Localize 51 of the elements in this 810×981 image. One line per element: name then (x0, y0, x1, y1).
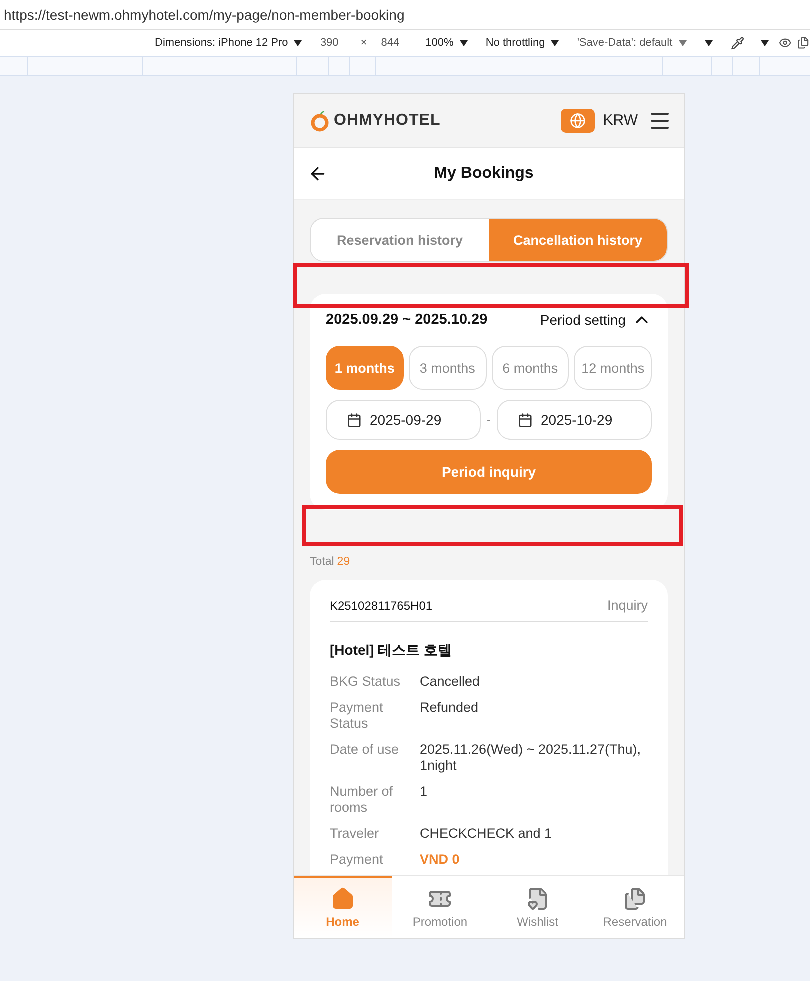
field-label: BKG Status (330, 674, 402, 690)
throttling-selector[interactable]: No throttling (486, 37, 546, 49)
currency-label[interactable]: KRW (603, 112, 638, 129)
field-label: Payment (330, 852, 384, 868)
caret-icon[interactable] (704, 40, 713, 46)
period-range: 2025.09.29 ~ 2025.10.29 (326, 312, 489, 328)
document-heart-icon (526, 887, 550, 911)
field-label: Payment Status (330, 700, 384, 732)
period-setting-toggle[interactable]: Period setting (540, 310, 652, 330)
field-label: Date of use (330, 742, 400, 759)
calendar-icon (518, 412, 533, 428)
documents-icon (623, 887, 648, 911)
field-value: 1 (420, 784, 429, 801)
field-value: CHECKCHECK and 1 (420, 826, 554, 842)
width-field[interactable]: 390 (320, 37, 339, 49)
calendar-icon (347, 412, 362, 428)
date-separator: - (487, 413, 491, 427)
zoom-selector[interactable]: 100% (426, 37, 454, 49)
field-label: Traveler (330, 826, 380, 842)
end-date-field[interactable]: 2025-10-29 (497, 400, 652, 440)
page-title: My Bookings (433, 164, 535, 182)
times-sign: × (360, 37, 368, 49)
total-label: Total (310, 556, 334, 568)
total-count: 29 (337, 556, 350, 568)
logo-icon (310, 110, 330, 132)
eyedropper-icon[interactable] (730, 36, 744, 50)
caret-icon[interactable] (760, 40, 769, 46)
hotel-name: [Hotel] 테스트 호텔 (330, 642, 454, 660)
inquiry-link[interactable]: Inquiry (607, 598, 648, 613)
period-chip[interactable]: 6 months (492, 346, 570, 390)
start-date-field[interactable]: 2025-09-29 (326, 400, 481, 440)
language-button[interactable] (561, 108, 596, 132)
caret-icon[interactable] (294, 40, 302, 46)
booking-code: K25102811765H01 (330, 598, 434, 612)
caret-icon[interactable] (460, 40, 468, 46)
logo-text[interactable]: OHMYHOTEL (334, 112, 441, 130)
house-icon (330, 887, 355, 911)
field-label: Number of rooms (330, 784, 394, 816)
eye-icon[interactable] (778, 36, 792, 50)
caret-icon[interactable] (551, 40, 560, 46)
field-value: Cancelled (420, 674, 482, 690)
field-value: VND 0 (420, 852, 461, 868)
device-selector[interactable]: Dimensions: iPhone 12 Pro (155, 37, 288, 49)
device-frame-icon[interactable] (797, 36, 810, 50)
height-field[interactable]: 844 (381, 37, 400, 49)
save-data-selector[interactable]: 'Save-Data': default (577, 37, 673, 49)
period-chip[interactable]: 3 months (408, 346, 486, 390)
globe-icon (570, 112, 586, 128)
field-value: 2025.11.26(Wed) ~ 2025.11.27(Thu), 1night (420, 742, 642, 774)
field-value: Refunded (420, 700, 480, 717)
period-chip[interactable]: 12 months (574, 346, 652, 390)
